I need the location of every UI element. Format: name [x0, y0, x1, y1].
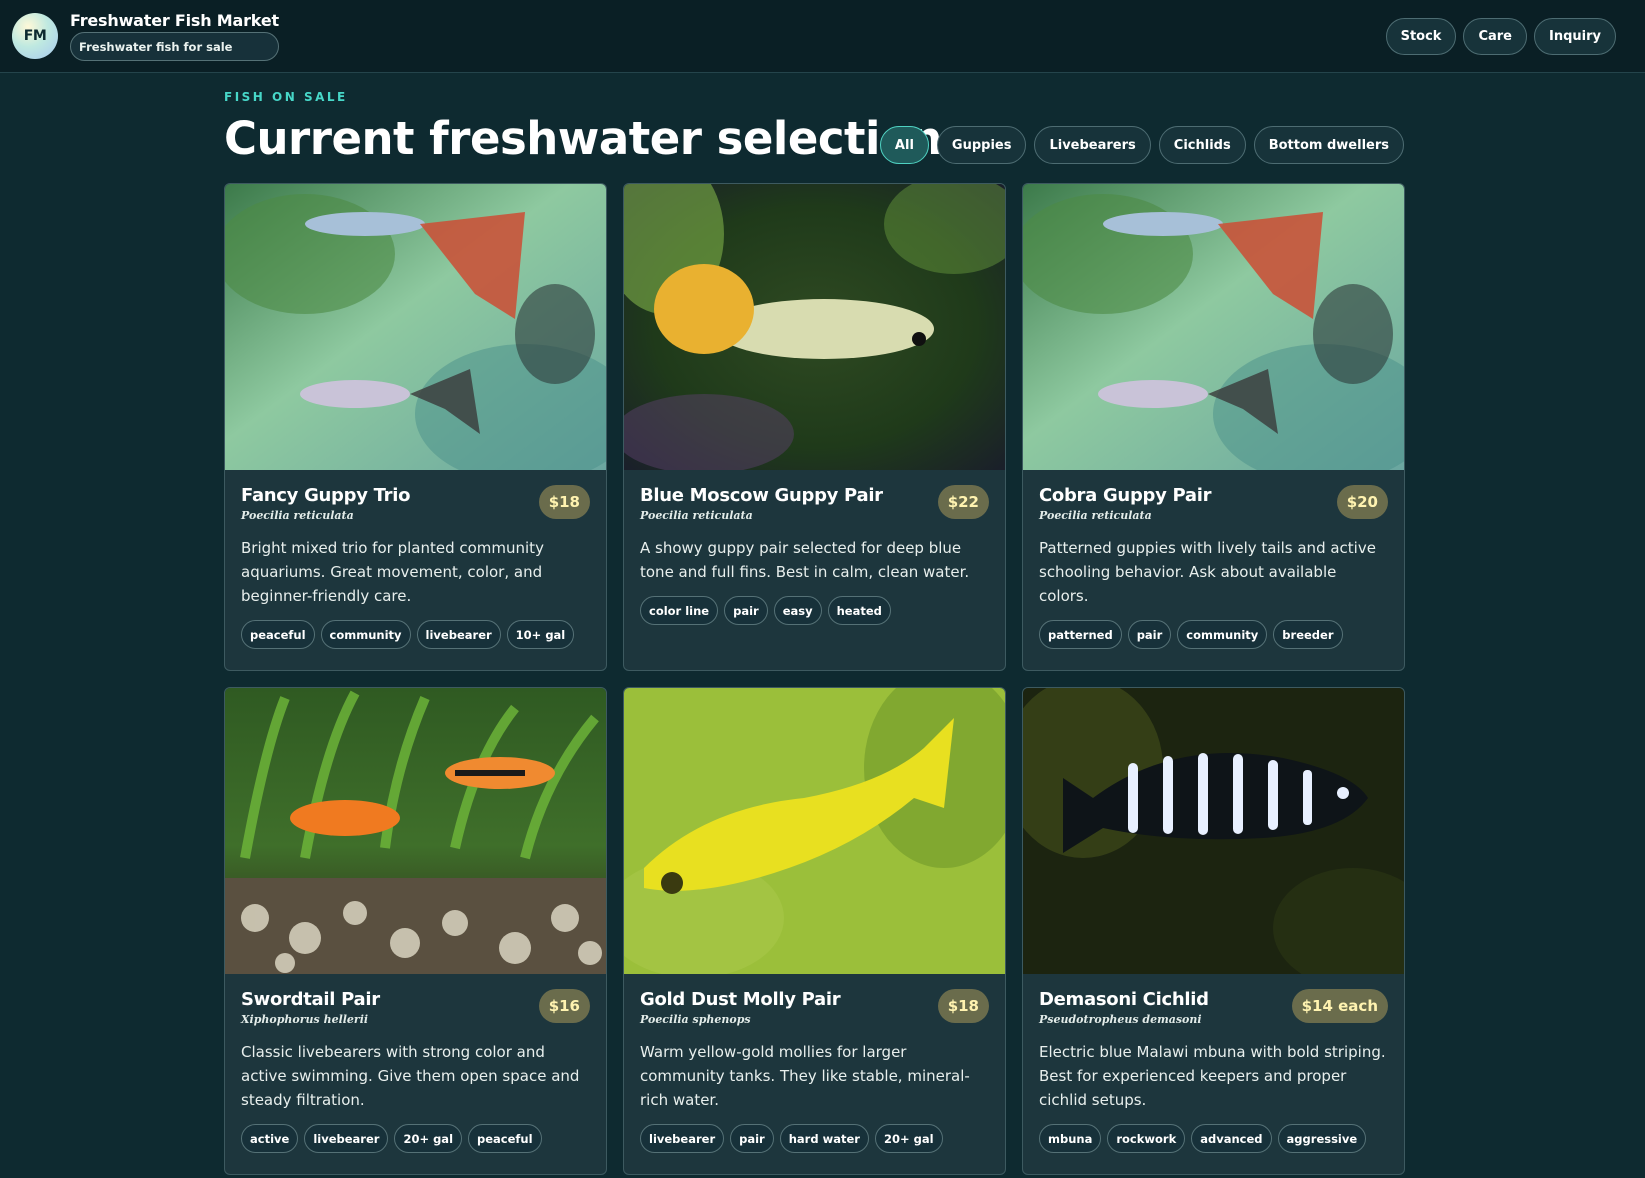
tag[interactable]: mbuna: [1039, 1124, 1102, 1153]
filter-cichlids[interactable]: Cichlids: [1158, 126, 1246, 164]
filter-bottom-dwellers[interactable]: Bottom dwellers: [1253, 126, 1404, 164]
tag[interactable]: livebearer: [640, 1124, 725, 1153]
card-body: Demasoni Cichlid Pseudotropheus demasoni…: [1023, 974, 1404, 1153]
tag[interactable]: active: [241, 1124, 299, 1153]
brand-text: Freshwater Fish Market Freshwater fish f…: [70, 11, 279, 61]
product-name[interactable]: Blue Moscow Guppy Pair: [640, 485, 883, 506]
product-description: Bright mixed trio for planted community …: [241, 539, 544, 605]
tag[interactable]: pair: [724, 596, 768, 625]
card-body: Blue Moscow Guppy Pair Poecilia reticula…: [624, 470, 1005, 625]
product-card[interactable]: Fancy Guppy Trio Poecilia reticulata $18…: [224, 183, 607, 671]
tag[interactable]: pair: [730, 1124, 774, 1153]
product-description: Electric blue Malawi mbuna with bold str…: [1039, 1043, 1386, 1109]
tag[interactable]: patterned: [1039, 620, 1122, 649]
price-badge: $16: [538, 989, 590, 1023]
product-name[interactable]: Demasoni Cichlid: [1039, 989, 1209, 1010]
scientific-name: Xiphophorus hellerii: [241, 1013, 369, 1026]
single-guppy-photo: [624, 184, 1005, 470]
tag[interactable]: livebearer: [416, 620, 501, 649]
product-card[interactable]: Blue Moscow Guppy Pair Poecilia reticula…: [623, 183, 1006, 671]
card-body: Gold Dust Molly Pair Poecilia sphenops $…: [624, 974, 1005, 1153]
card-body: Fancy Guppy Trio Poecilia reticulata $18…: [225, 470, 606, 649]
tag[interactable]: rockwork: [1107, 1124, 1186, 1153]
brand-tagline: Freshwater fish for sale: [70, 32, 279, 61]
tag-list: mbuna rockwork advanced aggressive: [1039, 1124, 1388, 1153]
price-badge: $22: [937, 485, 989, 519]
filter-livebearers[interactable]: Livebearers: [1034, 126, 1151, 164]
nav-inquiry-button[interactable]: Inquiry: [1534, 17, 1616, 55]
page-title: Current freshwater selection: [224, 112, 942, 165]
scientific-name: Poecilia reticulata: [1039, 509, 1152, 522]
product-card[interactable]: Swordtail Pair Xiphophorus hellerii $16 …: [224, 687, 607, 1175]
product-card[interactable]: Demasoni Cichlid Pseudotropheus demasoni…: [1022, 687, 1405, 1175]
brand-name: Freshwater Fish Market: [70, 11, 279, 30]
scientific-name: Pseudotropheus demasoni: [1039, 1013, 1202, 1026]
product-name[interactable]: Swordtail Pair: [241, 989, 380, 1010]
price-badge: $18: [538, 485, 590, 519]
top-bar: FM Freshwater Fish Market Freshwater fis…: [0, 0, 1645, 73]
tag-list: peaceful community livebearer 10+ gal: [241, 620, 590, 649]
tag[interactable]: 20+ gal: [874, 1124, 943, 1153]
tag[interactable]: hard water: [779, 1124, 869, 1153]
tag[interactable]: 10+ gal: [506, 620, 575, 649]
brand[interactable]: FM Freshwater Fish Market Freshwater fis…: [12, 11, 279, 61]
tag[interactable]: easy: [773, 596, 822, 625]
tag[interactable]: aggressive: [1277, 1124, 1367, 1153]
product-description: A showy guppy pair selected for deep blu…: [640, 539, 970, 581]
tag-list: color line pair easy heated: [640, 596, 989, 625]
card-body: Swordtail Pair Xiphophorus hellerii $16 …: [225, 974, 606, 1153]
product-name[interactable]: Cobra Guppy Pair: [1039, 485, 1212, 506]
tag[interactable]: pair: [1127, 620, 1172, 649]
price-badge: $20: [1336, 485, 1388, 519]
tag[interactable]: color line: [640, 596, 719, 625]
molly-photo: [624, 688, 1005, 974]
section-eyebrow: FISH ON SALE: [224, 90, 348, 104]
tag[interactable]: breeder: [1273, 620, 1343, 649]
tag[interactable]: advanced: [1191, 1124, 1272, 1153]
product-description: Warm yellow-gold mollies for larger comm…: [640, 1043, 970, 1109]
filter-guppies[interactable]: Guppies: [936, 126, 1027, 164]
tag-list: livebearer pair hard water 20+ gal: [640, 1124, 989, 1153]
tag-list: patterned pair community breeder: [1039, 620, 1388, 649]
guppy-pair-photo: [225, 184, 606, 470]
nav-stock-button[interactable]: Stock: [1385, 17, 1457, 55]
scientific-name: Poecilia sphenops: [640, 1013, 751, 1026]
tag-list: active livebearer 20+ gal peaceful: [241, 1124, 590, 1153]
product-name[interactable]: Gold Dust Molly Pair: [640, 989, 841, 1010]
product-card[interactable]: Gold Dust Molly Pair Poecilia sphenops $…: [623, 687, 1006, 1175]
card-body: Cobra Guppy Pair Poecilia reticulata $20…: [1023, 470, 1404, 649]
product-description: Classic livebearers with strong color an…: [241, 1043, 580, 1109]
tag[interactable]: 20+ gal: [394, 1124, 463, 1153]
swordtail-photo: [225, 688, 606, 974]
guppy-pair-photo: [1023, 184, 1404, 470]
price-badge: $14 each: [1291, 989, 1388, 1023]
brand-logo: FM: [12, 13, 58, 59]
tag[interactable]: peaceful: [241, 620, 315, 649]
product-card[interactable]: Cobra Guppy Pair Poecilia reticulata $20…: [1022, 183, 1405, 671]
tag[interactable]: livebearer: [304, 1124, 389, 1153]
product-description: Patterned guppies with lively tails and …: [1039, 539, 1376, 605]
scientific-name: Poecilia reticulata: [640, 509, 753, 522]
filter-all[interactable]: All: [879, 126, 929, 164]
filter-chips: All Guppies Livebearers Cichlids Bottom …: [879, 126, 1404, 164]
nav-care-button[interactable]: Care: [1463, 17, 1527, 55]
tag[interactable]: community: [320, 620, 411, 649]
product-name[interactable]: Fancy Guppy Trio: [241, 485, 410, 506]
cichlid-photo: [1023, 688, 1404, 974]
tag[interactable]: community: [1177, 620, 1268, 649]
tag[interactable]: peaceful: [468, 1124, 542, 1153]
top-nav: Stock Care Inquiry: [1385, 17, 1616, 55]
price-badge: $18: [937, 989, 989, 1023]
scientific-name: Poecilia reticulata: [241, 509, 354, 522]
tag[interactable]: heated: [827, 596, 891, 625]
product-grid: Fancy Guppy Trio Poecilia reticulata $18…: [224, 183, 1405, 1175]
